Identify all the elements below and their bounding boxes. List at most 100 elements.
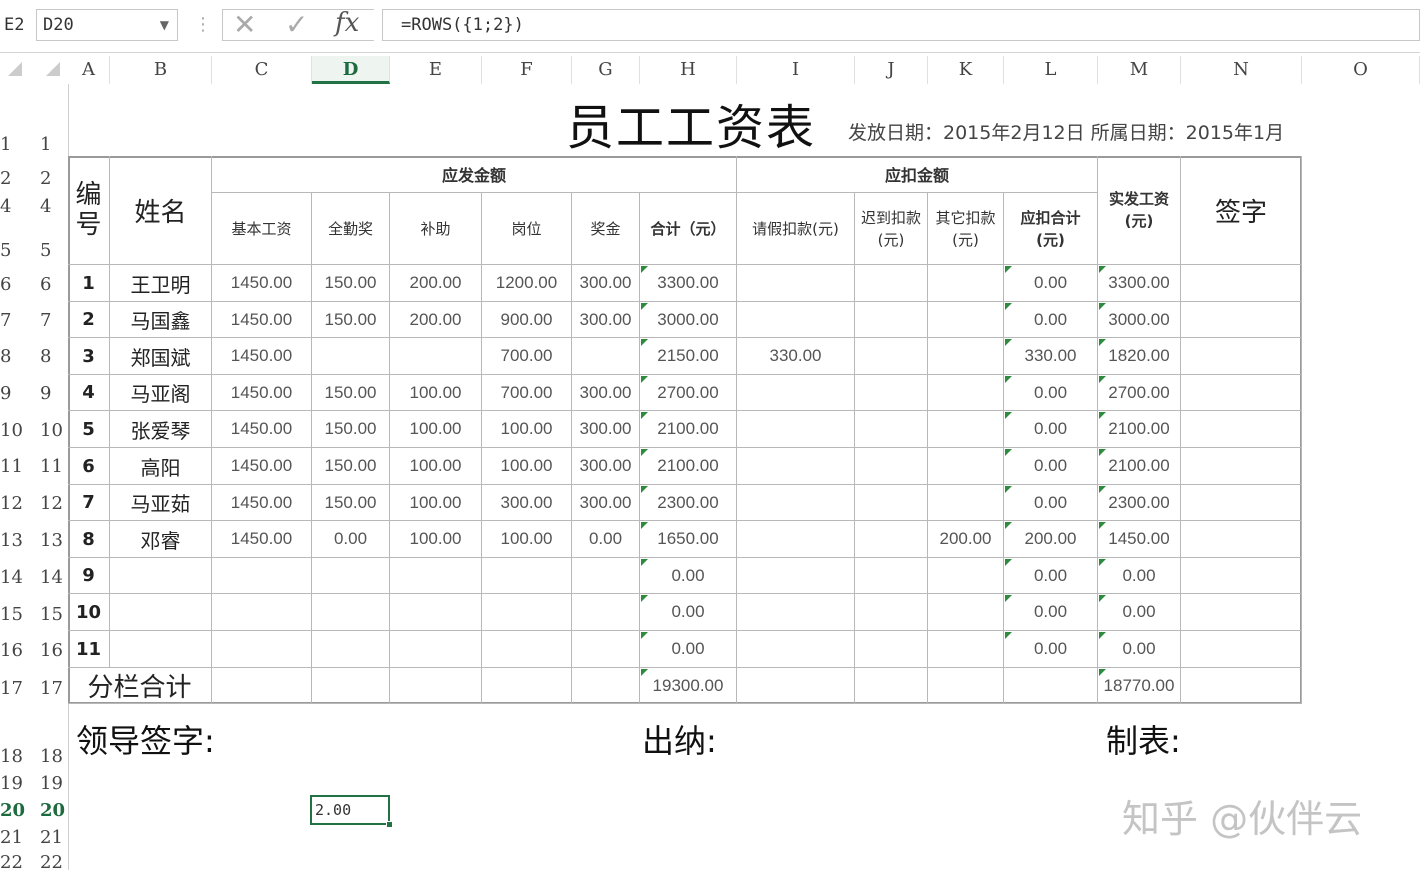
cell-base[interactable]: 1450.00 <box>212 338 312 375</box>
row-header-2[interactable]: 2 <box>40 168 51 189</box>
cell-post[interactable]: 700.00 <box>482 338 572 375</box>
cell-deduct[interactable]: 0.00 <box>1004 448 1098 485</box>
cell-late[interactable] <box>855 375 928 411</box>
header-pay-5[interactable]: 奖金 <box>572 193 640 265</box>
row-header-outline[interactable]: 17 <box>0 678 23 699</box>
header-deduct-4[interactable]: 应扣合计(元) <box>1004 193 1098 265</box>
column-header-l[interactable]: L <box>1004 56 1098 84</box>
row-id[interactable]: 7 <box>68 485 110 521</box>
cell-deduct[interactable]: 330.00 <box>1004 338 1098 375</box>
cell-net[interactable]: 0.00 <box>1098 594 1181 631</box>
subtotal-cell[interactable] <box>1004 668 1098 704</box>
cell-post[interactable]: 100.00 <box>482 411 572 448</box>
row-id[interactable]: 11 <box>68 631 110 668</box>
cell-leave[interactable] <box>737 265 855 302</box>
row-name[interactable]: 高阳 <box>110 448 212 485</box>
cell-other[interactable] <box>928 302 1004 338</box>
cell-post[interactable]: 900.00 <box>482 302 572 338</box>
row-header-1[interactable]: 1 <box>40 134 51 155</box>
cell-total[interactable]: 3000.00 <box>640 302 737 338</box>
cell-subsidy[interactable]: 100.00 <box>390 411 482 448</box>
cell-net[interactable]: 0.00 <box>1098 558 1181 594</box>
row-header-12[interactable]: 12 <box>40 493 63 514</box>
row-header-outline[interactable]: 11 <box>0 456 23 477</box>
cell-attend[interactable] <box>312 631 390 668</box>
header-pay-2[interactable]: 全勤奖 <box>312 193 390 265</box>
cell-total[interactable]: 3300.00 <box>640 265 737 302</box>
row-id[interactable]: 8 <box>68 521 110 558</box>
cell-subsidy[interactable] <box>390 594 482 631</box>
cell-attend[interactable] <box>312 558 390 594</box>
cell-subsidy[interactable] <box>390 631 482 668</box>
cell-late[interactable] <box>855 302 928 338</box>
row-header-outline[interactable]: 2 <box>0 168 11 189</box>
cell-net[interactable]: 2100.00 <box>1098 448 1181 485</box>
row-id[interactable]: 5 <box>68 411 110 448</box>
row-header-outline[interactable]: 16 <box>0 640 23 661</box>
subtotal-cell[interactable] <box>572 668 640 704</box>
cell-deduct[interactable]: 0.00 <box>1004 411 1098 448</box>
cell-post[interactable] <box>482 558 572 594</box>
cell-total[interactable]: 2150.00 <box>640 338 737 375</box>
cell-late[interactable] <box>855 485 928 521</box>
cell-total[interactable]: 2300.00 <box>640 485 737 521</box>
row-header-9[interactable]: 9 <box>40 383 51 404</box>
cell-deduct[interactable]: 0.00 <box>1004 485 1098 521</box>
header-pay-6[interactable]: 合计（元） <box>640 193 737 265</box>
cell-leave[interactable] <box>737 485 855 521</box>
cell-net[interactable]: 3300.00 <box>1098 265 1181 302</box>
cell-subsidy[interactable]: 100.00 <box>390 521 482 558</box>
fill-handle[interactable] <box>386 821 393 828</box>
cell-deduct[interactable]: 0.00 <box>1004 558 1098 594</box>
cell-subsidy[interactable]: 100.00 <box>390 375 482 411</box>
header-pay-4[interactable]: 岗位 <box>482 193 572 265</box>
header-pay-1[interactable]: 基本工资 <box>212 193 312 265</box>
cell-late[interactable] <box>855 448 928 485</box>
column-header-c[interactable]: C <box>212 56 312 84</box>
row-header-outline[interactable]: 5 <box>0 240 11 261</box>
cell-net[interactable]: 1820.00 <box>1098 338 1181 375</box>
cell-other[interactable] <box>928 448 1004 485</box>
row-id[interactable]: 10 <box>68 594 110 631</box>
cell-base[interactable]: 1450.00 <box>212 265 312 302</box>
row-name[interactable]: 郑国斌 <box>110 338 212 375</box>
subtotal-cell[interactable] <box>312 668 390 704</box>
row-id[interactable]: 4 <box>68 375 110 411</box>
header-deduct-1[interactable]: 请假扣款(元) <box>737 193 855 265</box>
cell-signature[interactable] <box>1181 265 1302 302</box>
row-header-outline[interactable]: 7 <box>0 310 11 331</box>
subtotal-cell[interactable] <box>928 668 1004 704</box>
row-header-outline[interactable]: 6 <box>0 274 11 295</box>
cell-net[interactable]: 2300.00 <box>1098 485 1181 521</box>
formula-input[interactable]: =ROWS({1;2}) <box>382 9 1420 41</box>
row-id[interactable]: 2 <box>68 302 110 338</box>
cell-net[interactable]: 3000.00 <box>1098 302 1181 338</box>
row-header-21[interactable]: 21 <box>40 827 63 848</box>
row-name[interactable] <box>110 558 212 594</box>
cell-signature[interactable] <box>1181 448 1302 485</box>
row-header-outline[interactable]: 21 <box>0 827 23 848</box>
cell-attend[interactable]: 150.00 <box>312 265 390 302</box>
row-header-14[interactable]: 14 <box>40 567 63 588</box>
cell-other[interactable] <box>928 631 1004 668</box>
header-group-pay[interactable]: 应发金额 <box>212 156 737 193</box>
cell-bonus[interactable]: 300.00 <box>572 485 640 521</box>
cell-base[interactable]: 1450.00 <box>212 521 312 558</box>
cell-late[interactable] <box>855 631 928 668</box>
row-header-17[interactable]: 17 <box>40 678 63 699</box>
row-header-outline[interactable]: 19 <box>0 773 23 794</box>
row-header-outline[interactable]: 1 <box>0 134 11 155</box>
column-header-i[interactable]: I <box>737 56 855 84</box>
cell-base[interactable]: 1450.00 <box>212 411 312 448</box>
cell-post[interactable] <box>482 631 572 668</box>
cell-subsidy[interactable]: 100.00 <box>390 485 482 521</box>
cell-late[interactable] <box>855 521 928 558</box>
cell-base[interactable]: 1450.00 <box>212 375 312 411</box>
cell-bonus[interactable]: 300.00 <box>572 448 640 485</box>
column-header-f[interactable]: F <box>482 56 572 84</box>
row-header-19[interactable]: 19 <box>40 773 63 794</box>
more-options-icon[interactable]: ⋮ <box>194 14 212 35</box>
cell-post[interactable]: 100.00 <box>482 448 572 485</box>
cell-total[interactable]: 2700.00 <box>640 375 737 411</box>
cell-net[interactable]: 0.00 <box>1098 631 1181 668</box>
